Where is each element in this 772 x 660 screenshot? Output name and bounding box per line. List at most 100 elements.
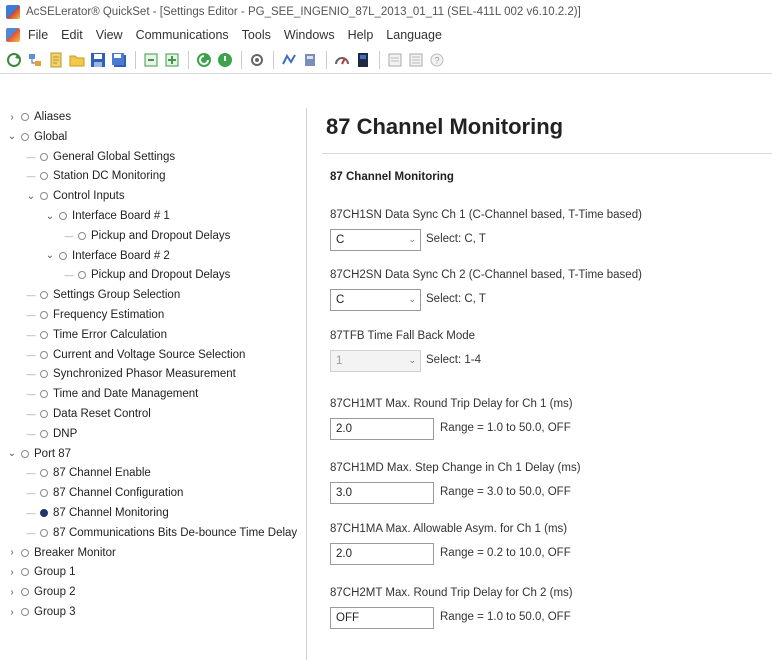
tree-node-icon: [40, 429, 48, 438]
tree-item[interactable]: ⌄ Interface Board # 2: [44, 247, 170, 265]
collapse-chevron-icon[interactable]: ›: [6, 567, 18, 578]
tree-node-icon: [21, 132, 29, 141]
collapse-chevron-icon[interactable]: ›: [6, 607, 18, 618]
tree-icon[interactable]: [27, 52, 43, 68]
tree-item[interactable]: › Group 2: [6, 583, 75, 601]
tree-item[interactable]: — 87 Channel Configuration: [25, 484, 184, 502]
tree-item[interactable]: ⌄ Port 87: [6, 445, 71, 463]
tree-node-icon: [40, 509, 48, 517]
tree-node-icon: [78, 231, 86, 240]
help-icon[interactable]: ?: [429, 52, 445, 68]
menu-windows[interactable]: Windows: [284, 28, 335, 42]
tree-item[interactable]: — 87 Communications Bits De-bounce Time D…: [25, 524, 298, 542]
setting-input[interactable]: 3.0: [330, 482, 434, 504]
connect-icon[interactable]: [196, 52, 212, 68]
send-icon[interactable]: [164, 52, 180, 68]
field-label: 87CH1MT Max. Round Trip Delay for Ch 1 (…: [330, 398, 573, 410]
toolbar: ?: [0, 46, 772, 74]
collapse-chevron-icon[interactable]: ›: [6, 112, 18, 123]
tree-item[interactable]: — Time Error Calculation: [25, 326, 167, 344]
list-icon[interactable]: [408, 52, 424, 68]
select-value: 1: [336, 355, 343, 367]
menu-communications[interactable]: Communications: [136, 28, 229, 42]
read-icon[interactable]: [143, 52, 159, 68]
tree-connector-icon: —: [26, 389, 36, 400]
expand-chevron-icon[interactable]: ⌄: [44, 211, 56, 222]
settings-pane: 87 Channel Monitoring 87 Channel Monitor…: [308, 108, 772, 660]
tree-item-label: Interface Board # 2: [72, 249, 170, 262]
setting-select[interactable]: C ⌄: [330, 289, 421, 311]
select-hint: Select: C, T: [426, 293, 486, 305]
settings-icon[interactable]: [249, 52, 265, 68]
expand-chevron-icon[interactable]: ⌄: [6, 448, 18, 459]
menu-bar: File Edit View Communications Tools Wind…: [0, 24, 772, 46]
tree-item[interactable]: ⌄ Global: [6, 128, 67, 146]
tree-item[interactable]: ⌄ Control Inputs: [25, 187, 125, 205]
title-divider: [322, 153, 772, 154]
document-icon[interactable]: [48, 52, 64, 68]
menu-file[interactable]: File: [28, 28, 48, 42]
tree-item[interactable]: — Current and Voltage Source Selection: [25, 346, 246, 364]
tree-connector-icon: —: [26, 369, 36, 380]
tree-item-label: General Global Settings: [53, 150, 176, 163]
tree-item[interactable]: — DNP: [25, 425, 78, 443]
events-icon[interactable]: [281, 52, 297, 68]
tree-item-label: DNP: [53, 427, 78, 440]
setting-input[interactable]: 2.0: [330, 543, 434, 565]
setting-select[interactable]: C ⌄: [330, 229, 421, 251]
refresh-icon[interactable]: [6, 52, 22, 68]
disconnect-icon[interactable]: [217, 52, 233, 68]
collapse-chevron-icon[interactable]: ›: [6, 587, 18, 598]
open-folder-icon[interactable]: [69, 52, 85, 68]
tree-item-label: Data Reset Control: [53, 408, 151, 420]
terminal-icon[interactable]: [334, 52, 350, 68]
tree-item[interactable]: › Aliases: [6, 108, 71, 126]
tree-item[interactable]: — Frequency Estimation: [25, 306, 165, 324]
range-hint: Range = 1.0 to 50.0, OFF: [440, 611, 571, 623]
menu-edit[interactable]: Edit: [61, 28, 83, 42]
tree-connector-icon: —: [64, 270, 74, 281]
tree-node-icon: [40, 410, 48, 418]
expand-chevron-icon[interactable]: ⌄: [6, 131, 18, 142]
tree-node-icon: [59, 212, 67, 220]
hmi-icon[interactable]: [355, 52, 371, 68]
expand-chevron-icon[interactable]: ⌄: [44, 250, 56, 261]
save-all-icon[interactable]: [111, 52, 127, 68]
tree-item[interactable]: — Time and Date Management: [25, 385, 199, 403]
tree-item[interactable]: — Station DC Monitoring: [25, 167, 166, 185]
menu-help[interactable]: Help: [348, 28, 374, 42]
meter-icon[interactable]: [302, 52, 318, 68]
tree-item[interactable]: — Pickup and Dropout Delays: [63, 266, 231, 284]
range-hint: Range = 0.2 to 10.0, OFF: [440, 547, 571, 559]
tree-item[interactable]: — General Global Settings: [25, 148, 176, 166]
tree-item[interactable]: › Group 3: [6, 603, 75, 621]
menu-view[interactable]: View: [96, 28, 123, 42]
tree-item[interactable]: — Data Reset Control: [25, 405, 151, 423]
menu-language[interactable]: Language: [386, 28, 442, 42]
tree-item[interactable]: › Group 1: [6, 563, 75, 581]
chevron-down-icon: ⌄: [408, 294, 416, 304]
save-icon[interactable]: [90, 52, 106, 68]
collapse-chevron-icon[interactable]: ›: [6, 547, 18, 558]
section-title: 87 Channel Monitoring: [330, 171, 454, 183]
select-hint: Select: C, T: [426, 233, 486, 245]
tree-item[interactable]: — 87 Channel Enable: [25, 464, 151, 482]
tree-item[interactable]: ⌄ Interface Board # 1: [44, 207, 170, 225]
report-icon[interactable]: [387, 52, 403, 68]
setting-input[interactable]: OFF: [330, 607, 434, 629]
input-value: 2.0: [336, 548, 352, 560]
tree-item[interactable]: — Pickup and Dropout Delays: [63, 227, 231, 245]
range-hint: Range = 3.0 to 50.0, OFF: [440, 486, 571, 498]
tree-item[interactable]: › Breaker Monitor: [6, 544, 115, 562]
tree-connector-icon: —: [26, 508, 36, 518]
select-hint: Select: 1-4: [426, 354, 481, 366]
setting-input[interactable]: 2.0: [330, 418, 434, 440]
tree-item[interactable]: — Settings Group Selection: [25, 286, 181, 304]
tree-item-label: Frequency Estimation: [53, 309, 165, 321]
tree-item[interactable]: — Synchronized Phasor Measurement: [25, 365, 236, 383]
field-label: 87CH2SN Data Sync Ch 2 (C-Channel based,…: [330, 269, 642, 281]
tree-item[interactable]: — 87 Channel Monitoring: [25, 504, 169, 522]
menu-tools[interactable]: Tools: [242, 28, 271, 42]
expand-chevron-icon[interactable]: ⌄: [25, 191, 37, 202]
app-menu-icon[interactable]: [6, 28, 20, 42]
